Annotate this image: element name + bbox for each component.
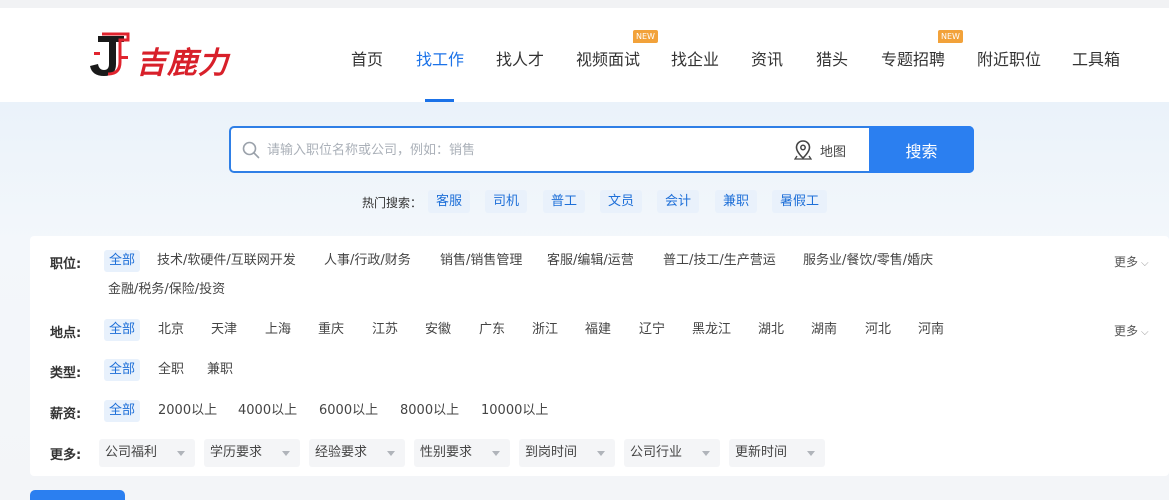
chevron-down-icon: ⌵ <box>1141 258 1149 269</box>
dropdown-industry[interactable]: 公司行业 <box>624 439 720 467</box>
filter-option[interactable]: 福建 <box>585 319 611 341</box>
filter-option[interactable]: 湖南 <box>811 319 837 341</box>
dropdown-start-time[interactable]: 到岗时间 <box>519 439 615 467</box>
hot-tag[interactable]: 会计 <box>657 190 700 213</box>
nav-video-interview[interactable]: 视频面试 <box>576 46 640 70</box>
site-header: 吉鹿力 首页 找工作 找人才 视频面试 NEW 找企业 资讯 猎头 专题招聘 N… <box>0 8 1169 102</box>
filter-label-type: 类型: <box>50 366 82 381</box>
dropdown-welfare[interactable]: 公司福利 <box>99 439 195 467</box>
hot-tag[interactable]: 暑假工 <box>772 190 828 213</box>
filter-option[interactable]: 辽宁 <box>639 319 665 341</box>
filter-option[interactable]: 兼职 <box>207 359 233 381</box>
caret-down-icon <box>807 451 815 456</box>
dropdown-education[interactable]: 学历要求 <box>204 439 300 467</box>
filter-label-more: 更多: <box>50 448 82 463</box>
filter-option-selected[interactable]: 全部 <box>104 400 141 422</box>
filter-option[interactable]: 广东 <box>479 319 505 341</box>
nav-special-recruit[interactable]: 专题招聘 <box>881 46 945 70</box>
caret-down-icon <box>282 451 290 456</box>
hot-tag[interactable]: 兼职 <box>715 190 758 213</box>
search-icon <box>242 141 260 159</box>
caret-down-icon <box>597 451 605 456</box>
filter-option[interactable]: 安徽 <box>425 319 451 341</box>
hot-tag[interactable]: 普工 <box>543 190 586 213</box>
search-button[interactable]: 搜索 <box>869 126 974 173</box>
dropdown-gender[interactable]: 性别要求 <box>414 439 510 467</box>
nav-headhunter[interactable]: 猎头 <box>816 46 848 70</box>
filter-option[interactable]: 黑龙江 <box>692 319 731 341</box>
filter-option[interactable]: 客服/编辑/运营 <box>547 250 634 272</box>
filter-option[interactable]: 上海 <box>265 319 291 341</box>
filter-option[interactable]: 销售/销售管理 <box>440 250 522 272</box>
hot-tag[interactable]: 司机 <box>485 190 528 213</box>
nav-nearby-jobs[interactable]: 附近职位 <box>977 46 1041 70</box>
hot-tag[interactable]: 客服 <box>428 190 471 213</box>
search-bar: 地图 搜索 <box>229 126 974 173</box>
filter-label-job: 职位: <box>50 257 82 272</box>
filter-option[interactable]: 技术/软硬件/互联网开发 <box>157 250 296 272</box>
filter-option[interactable]: 湖北 <box>758 319 784 341</box>
caret-down-icon <box>387 451 395 456</box>
caret-down-icon <box>702 451 710 456</box>
nav-news[interactable]: 资讯 <box>751 46 783 70</box>
filter-option-selected[interactable]: 全部 <box>104 319 141 341</box>
nav-active-indicator <box>425 99 454 102</box>
filter-option[interactable]: 河北 <box>865 319 891 341</box>
map-pin-icon <box>794 140 812 160</box>
filter-more-location[interactable]: 更多 ⌵ <box>1114 322 1149 339</box>
filter-option-selected[interactable]: 全部 <box>104 359 141 381</box>
map-label: 地图 <box>820 144 847 160</box>
filter-option[interactable]: 金融/税务/保险/投资 <box>108 279 225 301</box>
filter-more-job[interactable]: 更多 ⌵ <box>1114 253 1149 270</box>
filter-option[interactable]: 河南 <box>918 319 944 341</box>
filter-option[interactable]: 浙江 <box>532 319 558 341</box>
hot-tag[interactable]: 文员 <box>600 190 643 213</box>
filter-option-selected[interactable]: 全部 <box>104 250 141 272</box>
nav-toolbox[interactable]: 工具箱 <box>1072 46 1120 70</box>
logo-text: 吉鹿力 <box>136 46 229 81</box>
site-logo[interactable]: 吉鹿力 <box>84 30 254 82</box>
dropdown-update-time[interactable]: 更新时间 <box>729 439 825 467</box>
caret-down-icon <box>492 451 500 456</box>
chevron-down-icon: ⌵ <box>1141 327 1149 338</box>
nav-find-company[interactable]: 找企业 <box>671 46 719 70</box>
filter-panel: 职位: 全部 技术/软硬件/互联网开发 人事/行政/财务 销售/销售管理 客服/… <box>30 236 1169 476</box>
filter-option[interactable]: 普工/技工/生产营运 <box>663 250 776 272</box>
partial-action-button[interactable] <box>30 490 125 500</box>
logo-mark-icon <box>90 32 130 76</box>
filter-option[interactable]: 重庆 <box>318 319 344 341</box>
filter-option[interactable]: 4000以上 <box>238 400 297 422</box>
filter-label-location: 地点: <box>50 326 82 341</box>
nav-home[interactable]: 首页 <box>351 46 383 70</box>
caret-down-icon <box>177 451 185 456</box>
nav-find-job[interactable]: 找工作 <box>416 46 464 70</box>
hot-search-label: 热门搜索： <box>362 196 423 210</box>
filter-option[interactable]: 天津 <box>211 319 237 341</box>
filter-option[interactable]: 8000以上 <box>400 400 459 422</box>
filter-option[interactable]: 江苏 <box>372 319 398 341</box>
filter-option[interactable]: 北京 <box>158 319 184 341</box>
filter-option[interactable]: 2000以上 <box>158 400 217 422</box>
filter-label-salary: 薪资: <box>50 407 82 422</box>
nav-find-talent[interactable]: 找人才 <box>496 46 544 70</box>
filter-option[interactable]: 6000以上 <box>319 400 378 422</box>
dropdown-experience[interactable]: 经验要求 <box>309 439 405 467</box>
search-input[interactable] <box>267 136 767 164</box>
filter-option[interactable]: 人事/行政/财务 <box>324 250 411 272</box>
map-button[interactable]: 地图 <box>794 138 846 162</box>
filter-option[interactable]: 全职 <box>158 359 184 381</box>
filter-option[interactable]: 10000以上 <box>481 400 548 422</box>
filter-option[interactable]: 服务业/餐饮/零售/婚庆 <box>803 250 933 272</box>
new-badge: NEW <box>633 30 658 43</box>
new-badge: NEW <box>938 30 963 43</box>
